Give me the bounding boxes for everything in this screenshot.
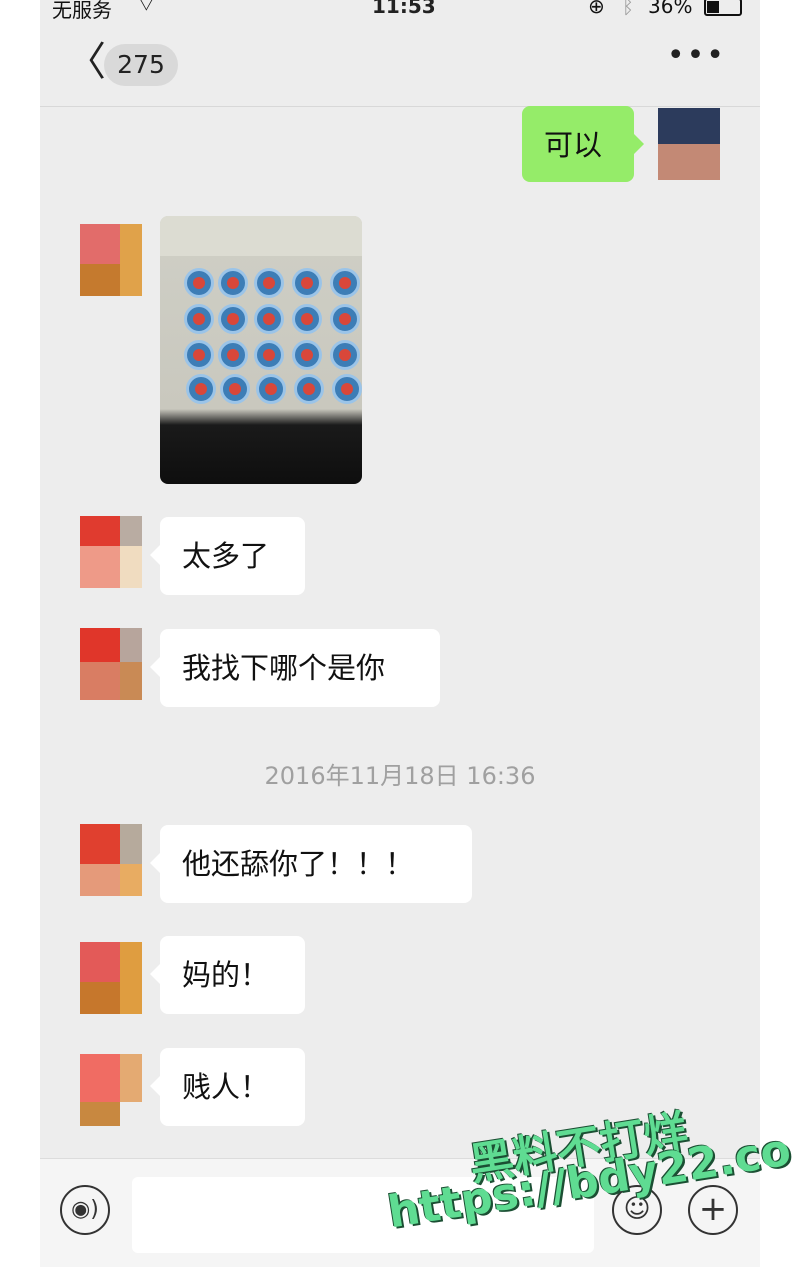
video-thumb	[184, 340, 214, 370]
received-message-bubble[interactable]: 贱人！	[150, 1048, 305, 1126]
message-text: 他还舔你了！！！	[182, 847, 415, 881]
contact-avatar[interactable]	[80, 516, 142, 588]
status-bar: 无服务 ⌔ 11:53 ⊕ ᛒ 36%	[40, 0, 760, 28]
video-thumb	[186, 374, 216, 404]
sent-message-bubble[interactable]: 可以	[522, 106, 644, 182]
message-text: 可以	[544, 128, 603, 162]
image-screen-header	[160, 216, 362, 256]
message-text: 妈的！	[182, 958, 270, 992]
video-thumb	[218, 304, 248, 334]
more-options-icon[interactable]: •••	[667, 38, 726, 73]
plus-icon[interactable]: +	[688, 1185, 738, 1235]
video-thumb	[292, 304, 322, 334]
video-thumb	[256, 374, 286, 404]
video-thumb	[294, 374, 324, 404]
video-thumb	[254, 304, 284, 334]
back-chevron-icon[interactable]: 〈	[66, 42, 106, 82]
received-message-bubble[interactable]: 他还舔你了！！！	[150, 825, 472, 903]
carrier-label: 无服务	[52, 0, 112, 22]
chat-header: 〈 275 •••	[40, 28, 760, 107]
video-thumb	[218, 340, 248, 370]
emoji-icon[interactable]: ☺	[612, 1185, 662, 1235]
video-thumb	[218, 268, 248, 298]
my-avatar[interactable]	[658, 108, 720, 180]
video-thumb	[254, 340, 284, 370]
battery-percent: 36%	[648, 0, 693, 18]
wifi-icon: ⌔	[136, 0, 157, 17]
video-thumb	[332, 374, 362, 404]
contact-avatar[interactable]	[80, 224, 142, 296]
video-thumb	[184, 304, 214, 334]
message-text: 贱人！	[182, 1070, 270, 1104]
video-thumb	[292, 340, 322, 370]
video-thumb	[254, 268, 284, 298]
contact-avatar[interactable]	[80, 628, 142, 700]
video-thumb	[184, 268, 214, 298]
received-message-bubble[interactable]: 妈的！	[150, 936, 305, 1014]
contact-avatar[interactable]	[80, 942, 142, 1014]
video-thumb	[330, 304, 360, 334]
battery-icon	[704, 0, 742, 16]
video-thumb	[330, 340, 360, 370]
chat-screen: 无服务 ⌔ 11:53 ⊕ ᛒ 36% 〈 275 ••• 可以 太多了 我找下…	[40, 0, 760, 1267]
contact-avatar[interactable]	[80, 1054, 142, 1126]
chat-input-bar: ◉) ☺ +	[40, 1158, 760, 1267]
received-message-bubble[interactable]: 太多了	[150, 517, 305, 595]
contact-avatar[interactable]	[80, 824, 142, 896]
bluetooth-icon: ᛒ	[622, 0, 634, 18]
video-thumb	[292, 268, 322, 298]
message-text: 我找下哪个是你	[182, 651, 386, 685]
video-thumb	[220, 374, 250, 404]
unread-count-badge[interactable]: 275	[104, 44, 178, 86]
video-thumb	[330, 268, 360, 298]
received-image-message[interactable]	[160, 216, 362, 484]
voice-input-icon[interactable]: ◉)	[60, 1185, 110, 1235]
clock: 11:53	[372, 0, 436, 18]
rotation-lock-icon: ⊕	[588, 0, 605, 18]
message-input[interactable]	[132, 1177, 594, 1253]
message-text: 太多了	[182, 539, 270, 573]
received-message-bubble[interactable]: 我找下哪个是你	[150, 629, 440, 707]
chat-timestamp: 2016年11月18日 16:36	[264, 762, 536, 790]
